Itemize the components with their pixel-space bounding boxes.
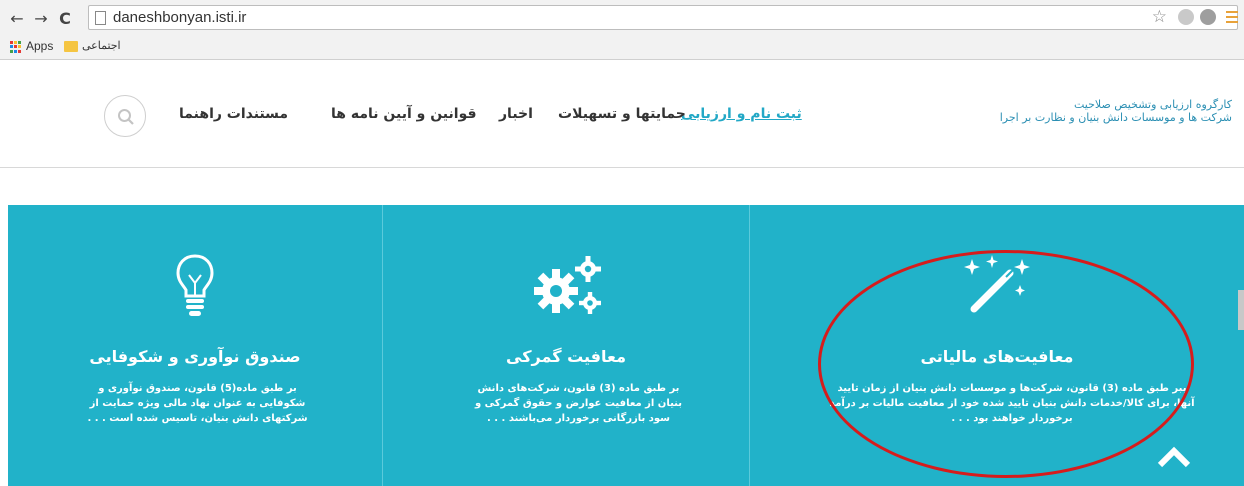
apps-grid-icon[interactable]: [10, 41, 22, 53]
feature-customs-exemption[interactable]: معافیت گمرکی بر طبق ماده (3) قانون، شرکت…: [383, 205, 750, 486]
brand-line-1: کارگروه ارزیابی وتشخیص صلاحیت: [1073, 98, 1232, 111]
search-button[interactable]: [104, 95, 146, 137]
feature-innovation-fund[interactable]: صندوق نوآوری و شکوفایی بر طبق ماده(5) قا…: [8, 205, 383, 486]
nav-news[interactable]: اخبار: [499, 106, 533, 122]
forward-arrow-icon[interactable]: →: [32, 10, 50, 28]
search-icon: [118, 109, 134, 125]
address-bar[interactable]: daneshbonyan.isti.ir ☆: [88, 5, 1238, 30]
scroll-to-top-icon[interactable]: [1156, 445, 1192, 469]
brand-line-2: شرکت ها و موسسات دانش بنیان و نظارت بر ا…: [999, 111, 1232, 124]
lightbulb-icon: [176, 254, 214, 316]
browser-chrome: ← → C daneshbonyan.isti.ir ☆ Apps اجتماع…: [0, 0, 1244, 60]
bookmark-social-folder[interactable]: اجتماعی: [82, 39, 121, 52]
extension-icon[interactable]: [1178, 9, 1194, 25]
gears-icon: [534, 256, 601, 314]
bookmark-star-icon[interactable]: ☆: [1152, 7, 1167, 27]
nav-supports[interactable]: حمایتها و تسهیلات: [558, 106, 686, 122]
extension-icon[interactable]: [1200, 9, 1216, 25]
back-arrow-icon[interactable]: ←: [8, 10, 26, 28]
feature-title: صندوق نوآوری و شکوفایی: [89, 347, 301, 366]
highlight-ellipse: [818, 250, 1194, 478]
site-brand[interactable]: کارگروه ارزیابی وتشخیص صلاحیت شرکت ها و …: [1000, 98, 1232, 124]
page-scrollbar[interactable]: [1238, 290, 1244, 330]
page-icon: [95, 11, 106, 25]
folder-icon[interactable]: [64, 41, 78, 52]
bookmarks-bar: Apps اجتماعی: [0, 36, 1244, 58]
nav-laws[interactable]: قوانین و آیین نامه ها: [331, 106, 477, 122]
feature-title: معافیت گمرکی: [506, 347, 626, 366]
nav-registration[interactable]: ثبت نام و ارزیابی: [681, 106, 802, 122]
feature-description: بر طبق ماده (3) قانون، شرکت‌های دانش بنی…: [474, 383, 683, 424]
browser-menu-icon[interactable]: [1226, 11, 1238, 26]
feature-description: بر طبق ماده(5) قانون، صندوق نوآوری و شکو…: [87, 383, 308, 424]
bookmark-apps[interactable]: Apps: [26, 39, 53, 53]
url-text: daneshbonyan.isti.ir: [113, 9, 247, 26]
reload-icon[interactable]: C: [56, 10, 74, 28]
nav-guides[interactable]: مستندات راهنما: [179, 106, 288, 122]
site-header: کارگروه ارزیابی وتشخیص صلاحیت شرکت ها و …: [0, 60, 1244, 168]
